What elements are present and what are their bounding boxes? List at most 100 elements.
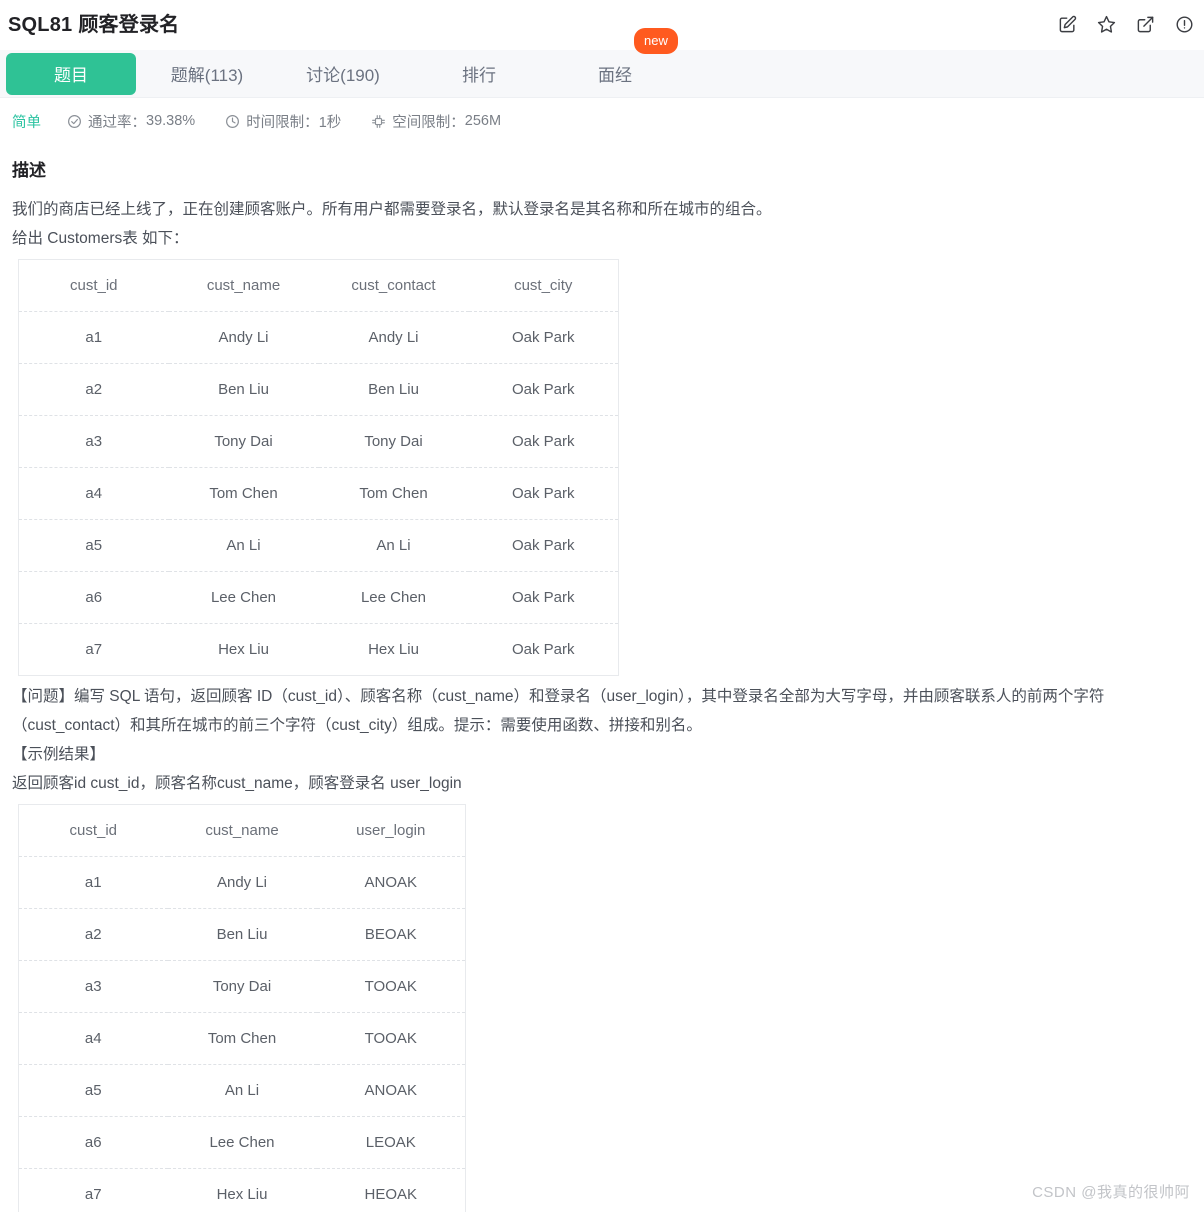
tab-list: 题目 题解(113) 讨论(190) 排行 面经 new xyxy=(0,27,680,95)
tab-ranking[interactable]: 排行 xyxy=(414,53,544,95)
table-cell: An Li xyxy=(318,519,469,572)
table-cell: a3 xyxy=(18,415,169,468)
table-cell: a1 xyxy=(18,856,168,909)
tab-discussion[interactable]: 讨论(190) xyxy=(278,53,408,95)
space-limit-label: 空间限制： xyxy=(392,114,465,131)
table-body: a1 Andy Li Andy Li Oak Park a2 Ben Liu Ben Liu… xyxy=(18,311,619,676)
table-cell: Ben Liu xyxy=(168,363,319,416)
table-row: a5 An Li An Li Oak Park xyxy=(18,519,619,572)
table-cell: Oak Park xyxy=(468,311,619,364)
column-header: cust_id xyxy=(18,804,168,857)
result-table: cust_id cust_name user_login a1 Andy Li ANOA… xyxy=(18,804,466,1212)
table-cell: a4 xyxy=(18,467,169,520)
table-row: a3 Tony Dai TOOAK xyxy=(18,960,466,1013)
problem-code: SQL81 xyxy=(8,14,73,36)
table-cell: Tom Chen xyxy=(167,1012,317,1065)
space-limit-value: 256M xyxy=(464,113,502,129)
table-row: a7 Hex Liu HEOAK xyxy=(19,1169,466,1212)
table-cell: a5 xyxy=(18,1064,168,1117)
table-cell: Ben Liu xyxy=(318,363,469,416)
description-paragraph-1: 我们的商店已经上线了，正在创建顾客账户。所有用户都需要登录名，默认登录名是其名称… xyxy=(12,201,772,218)
table-cell: Hex Liu xyxy=(368,641,419,658)
report-icon[interactable] xyxy=(1175,15,1194,34)
table-cell: Oak Park xyxy=(511,641,575,658)
table-cell: ANOAK xyxy=(316,856,466,909)
table-row: a2 Ben Liu BEOAK xyxy=(18,908,466,961)
table-row: a3 Tony Dai Tony Dai Oak Park xyxy=(18,415,619,468)
table-header-row: cust_id cust_name user_login xyxy=(18,804,466,857)
table-cell: An Li xyxy=(167,1064,317,1117)
table-row: a4 Tom Chen Tom Chen Oak Park xyxy=(18,467,619,520)
tab-bar: 题目 题解(113) 讨论(190) 排行 面经 new xyxy=(0,27,1204,98)
table-row: a6 Lee Chen LEOAK xyxy=(18,1116,466,1169)
memory-chip-icon xyxy=(371,114,386,129)
table-cell: Andy Li xyxy=(318,311,469,364)
tab-label: 面经 xyxy=(598,66,632,85)
clock-icon xyxy=(225,114,240,129)
table-cell: Lee Chen xyxy=(168,571,319,624)
table-row: a5 An Li ANOAK xyxy=(18,1064,466,1117)
acceptance-rate: 通过率： 39.38% xyxy=(67,111,195,132)
table-body: a1 Andy Li ANOAK a2 Ben Liu BEOAK a3 Tony Dai TO… xyxy=(18,856,466,1212)
table-cell: Hex Liu xyxy=(216,1186,268,1203)
tab-label: 题解(113) xyxy=(170,66,244,85)
difficulty-label: 简单 xyxy=(12,114,41,131)
header-actions xyxy=(1058,15,1194,34)
page-header: SQL81 顾客登录名 xyxy=(0,0,1204,50)
time-limit-value: 1秒 xyxy=(318,114,342,131)
table-cell: a3 xyxy=(18,960,168,1013)
edit-icon[interactable] xyxy=(1058,15,1077,34)
tab-problem[interactable]: 题目 xyxy=(6,52,136,95)
star-icon[interactable] xyxy=(1097,15,1116,34)
column-header: cust_city xyxy=(468,259,619,312)
table-cell: Oak Park xyxy=(468,571,619,624)
tab-label: 排行 xyxy=(462,66,496,85)
table-row: a4 Tom Chen TOOAK xyxy=(18,1012,466,1065)
table-cell: Oak Park xyxy=(468,467,619,520)
table-cell: Tom Chen xyxy=(318,467,469,520)
table-header-row: cust_id cust_name cust_contact cust_city xyxy=(18,259,619,312)
table-cell: a6 xyxy=(18,1116,168,1169)
tab-interview[interactable]: 面经 new xyxy=(550,27,680,95)
table-cell: Andy Li xyxy=(168,311,319,364)
table-cell: Tony Dai xyxy=(318,415,469,468)
tab-solutions[interactable]: 题解(113) xyxy=(142,53,272,95)
check-circle-icon xyxy=(67,114,82,129)
column-header: cust_name xyxy=(167,804,317,857)
watermark: CSDN @我真的很帅阿 xyxy=(1032,1184,1190,1201)
description-paragraph-2: 给出 Customers表 如下： xyxy=(12,230,189,247)
table-cell: TOOAK xyxy=(316,1012,466,1065)
table-cell: a4 xyxy=(18,1012,168,1065)
table-row: a2 Ben Liu Ben Liu Oak Park xyxy=(18,363,619,416)
table-cell: Hex Liu xyxy=(218,641,269,658)
table-row: a1 Andy Li Andy Li Oak Park xyxy=(18,311,619,364)
problem-content: 描述 我们的商店已经上线了，正在创建顾客账户。所有用户都需要登录名，默认登录名是… xyxy=(0,156,1204,1212)
problem-example-desc: 返回顾客id cust_id，顾客名称cust_name，顾客登录名 user_… xyxy=(12,775,462,792)
table-cell: a2 xyxy=(18,363,169,416)
time-limit: 时间限制： 1秒 xyxy=(225,111,341,132)
column-header: cust_id xyxy=(18,259,169,312)
table-cell: Oak Park xyxy=(468,363,619,416)
problem-question: 【问题】编写 SQL 语句，返回顾客 ID（cust_id）、顾客名称（cust… xyxy=(12,688,1105,734)
table-cell: Tony Dai xyxy=(168,415,319,468)
time-limit-label: 时间限制： xyxy=(246,114,319,131)
table-cell: a1 xyxy=(18,311,169,364)
table-cell: An Li xyxy=(168,519,319,572)
table-row: a6 Lee Chen Lee Chen Oak Park xyxy=(18,571,619,624)
problem-meta: 简单 通过率： 39.38% 时间限制： 1秒 空间限制： 256M xyxy=(0,98,1204,144)
table-cell: LEOAK xyxy=(316,1116,466,1169)
new-badge: new xyxy=(634,27,678,54)
table-row: a1 Andy Li ANOAK xyxy=(18,856,466,909)
table-row: a7 Hex Liu Hex Liu Oak Park xyxy=(19,624,619,676)
description-heading: 描述 xyxy=(12,161,46,180)
table-cell: Lee Chen xyxy=(167,1116,317,1169)
problem-statement: 【问题】编写 SQL 语句，返回顾客 ID（cust_id）、顾客名称（cust… xyxy=(12,682,1192,798)
table-cell: a2 xyxy=(18,908,168,961)
table-cell: Tony Dai xyxy=(167,960,317,1013)
table-cell: Oak Park xyxy=(468,519,619,572)
table-cell: a6 xyxy=(18,571,169,624)
problem-title: 顾客登录名 xyxy=(78,14,180,36)
table-cell: a7 xyxy=(85,641,103,658)
share-icon[interactable] xyxy=(1136,15,1155,34)
acceptance-value: 39.38% xyxy=(146,113,196,129)
